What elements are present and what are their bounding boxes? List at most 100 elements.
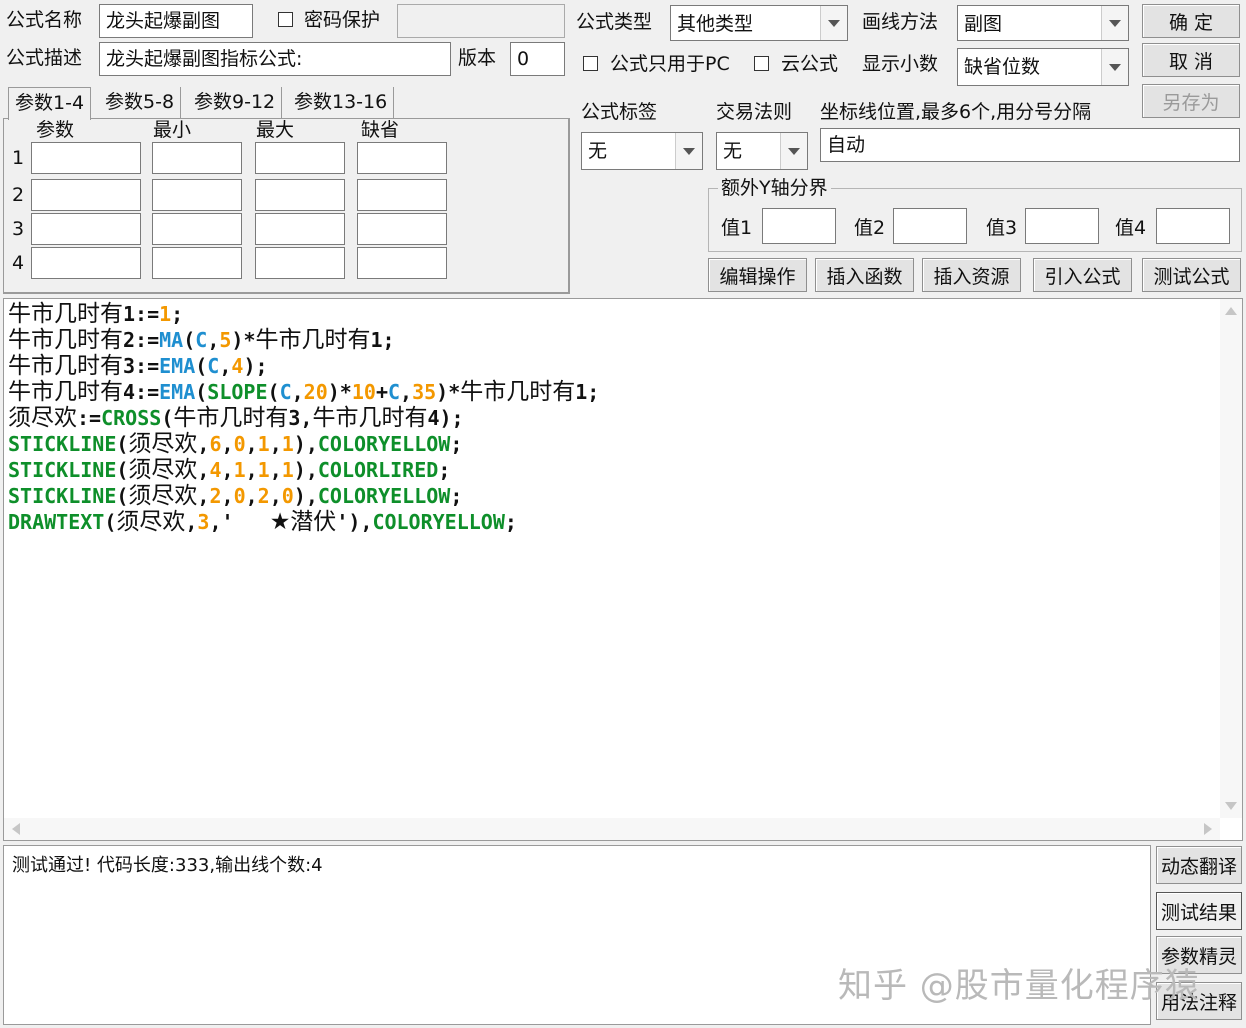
- scroll-up-icon[interactable]: [1225, 307, 1237, 315]
- password-checkbox[interactable]: [278, 12, 293, 27]
- code-token: +: [375, 380, 388, 404]
- code-token: )*: [327, 380, 352, 404]
- param-1-name[interactable]: [31, 142, 141, 174]
- code-token: 牛市几时有: [8, 301, 123, 327]
- version-input[interactable]: 0: [510, 42, 565, 76]
- insert-resource-button[interactable]: 插入资源: [922, 258, 1021, 292]
- chevron-down-icon[interactable]: [1101, 49, 1128, 85]
- code-token: ,: [197, 484, 210, 508]
- insert-function-button[interactable]: 插入函数: [815, 258, 914, 292]
- draw-method-select[interactable]: 副图: [957, 5, 1129, 41]
- code-token: '),: [336, 510, 373, 534]
- code-line[interactable]: STICKLINE(须尽欢,6,0,1,1),COLORYELLOW;: [8, 431, 1218, 457]
- code-token: 1: [281, 432, 294, 456]
- test-formula-button[interactable]: 测试公式: [1142, 258, 1241, 292]
- code-line[interactable]: STICKLINE(须尽欢,4,1,1,1),COLORLIRED;: [8, 457, 1218, 483]
- code-token: 须尽欢: [8, 405, 77, 431]
- code-line[interactable]: DRAWTEXT(须尽欢,3,' ★潜伏'),COLORYELLOW;: [8, 509, 1218, 535]
- formula-desc-input[interactable]: 龙头起爆副图指标公式:: [99, 42, 451, 76]
- formula-type-select[interactable]: 其他类型: [670, 5, 848, 41]
- yaxis-value2-input[interactable]: [893, 208, 967, 244]
- tab-params-9-12[interactable]: 参数9-12: [188, 87, 283, 119]
- code-token: ,: [245, 458, 258, 482]
- code-token: 2: [209, 484, 222, 508]
- tab-params-5-8[interactable]: 参数5-8: [99, 87, 182, 119]
- code-content[interactable]: 牛市几时有1:=1; 牛市几时有2:=MA(C,5)*牛市几时有1; 牛市几时有3:…: [8, 301, 1218, 535]
- formula-name-input[interactable]: 龙头起爆副图: [99, 4, 253, 38]
- cancel-button[interactable]: 取 消: [1142, 43, 1240, 77]
- formula-desc-label: 公式描述: [6, 47, 83, 69]
- chevron-down-icon[interactable]: [820, 6, 847, 40]
- param-2-default[interactable]: [357, 179, 447, 211]
- save-as-button[interactable]: 另存为: [1142, 84, 1240, 118]
- scroll-left-icon[interactable]: [12, 823, 20, 835]
- param-2-name[interactable]: [31, 179, 141, 211]
- param-3-default[interactable]: [357, 213, 447, 245]
- param-4-min[interactable]: [152, 247, 242, 279]
- pc-only-label: 公式只用于PC: [610, 53, 730, 75]
- code-line[interactable]: 牛市几时有3:=EMA(C,4);: [8, 353, 1218, 379]
- pc-only-checkbox[interactable]: [583, 56, 598, 71]
- yaxis-value3-input[interactable]: [1025, 208, 1099, 244]
- formula-tag-select[interactable]: 无: [581, 132, 703, 170]
- version-label: 版本: [458, 47, 497, 69]
- code-token: 35: [412, 380, 437, 404]
- trade-rule-select[interactable]: 无: [716, 132, 808, 170]
- code-token: COLORLIRED: [317, 458, 439, 482]
- code-line[interactable]: 须尽欢:=CROSS(牛市几时有3,牛市几时有4);: [8, 405, 1218, 431]
- cloud-label: 云公式: [781, 53, 839, 75]
- row-label-3: 3: [12, 218, 25, 240]
- password-label: 密码保护: [304, 9, 381, 31]
- chevron-down-icon[interactable]: [675, 133, 702, 169]
- axis-position-input[interactable]: 自动: [820, 128, 1240, 162]
- test-result-button[interactable]: 测试结果: [1156, 892, 1242, 930]
- code-editor[interactable]: 牛市几时有1:=1; 牛市几时有2:=MA(C,5)*牛市几时有1; 牛市几时有3:…: [3, 298, 1243, 841]
- param-4-max[interactable]: [255, 247, 345, 279]
- tab-params-1-4[interactable]: 参数1-4: [8, 87, 92, 120]
- param-2-min[interactable]: [152, 179, 242, 211]
- scroll-down-icon[interactable]: [1225, 802, 1237, 810]
- code-line[interactable]: 牛市几时有4:=EMA(SLOPE(C,20)*10+C,35)*牛市几时有1;: [8, 379, 1218, 405]
- decimals-select[interactable]: 缺省位数: [957, 48, 1129, 86]
- code-line[interactable]: 牛市几时有2:=MA(C,5)*牛市几时有1;: [8, 327, 1218, 353]
- code-token: ;: [450, 432, 463, 456]
- decimals-value: 缺省位数: [964, 56, 1041, 78]
- yaxis-value1-input[interactable]: [762, 208, 836, 244]
- param-1-default[interactable]: [357, 142, 447, 174]
- code-token: STICKLINE: [8, 484, 117, 508]
- code-token: 3: [197, 510, 210, 534]
- code-token: ★潜伏: [269, 509, 337, 535]
- code-token: MA: [159, 328, 184, 352]
- scroll-right-icon[interactable]: [1204, 823, 1212, 835]
- import-formula-button[interactable]: 引入公式: [1033, 258, 1132, 292]
- param-1-min[interactable]: [152, 142, 242, 174]
- param-2-max[interactable]: [255, 179, 345, 211]
- yaxis-value4-input[interactable]: [1156, 208, 1230, 244]
- code-token: 牛市几时有: [8, 327, 123, 353]
- code-line[interactable]: 牛市几时有1:=1;: [8, 301, 1218, 327]
- code-line[interactable]: STICKLINE(须尽欢,2,0,2,0),COLORYELLOW;: [8, 483, 1218, 509]
- chevron-down-icon[interactable]: [1101, 6, 1128, 40]
- edit-ops-button[interactable]: 编辑操作: [708, 258, 807, 292]
- code-token: 牛市几时有: [460, 379, 576, 405]
- code-token: 1;: [370, 328, 395, 352]
- param-4-default[interactable]: [357, 247, 447, 279]
- col-header-param: 参数: [36, 119, 75, 141]
- code-token: DRAWTEXT: [8, 510, 105, 534]
- ok-button[interactable]: 确 定: [1142, 4, 1240, 38]
- param-3-name[interactable]: [31, 213, 141, 245]
- param-4-name[interactable]: [31, 247, 141, 279]
- chevron-down-icon[interactable]: [780, 133, 807, 169]
- vertical-scrollbar[interactable]: [1220, 299, 1242, 818]
- code-token: 0: [233, 432, 246, 456]
- tab-params-13-16[interactable]: 参数13-16: [288, 87, 395, 119]
- param-3-min[interactable]: [152, 213, 242, 245]
- code-token: 2: [257, 484, 270, 508]
- cloud-checkbox[interactable]: [754, 56, 769, 71]
- dynamic-translate-button[interactable]: 动态翻译: [1156, 846, 1242, 884]
- param-3-max[interactable]: [255, 213, 345, 245]
- param-1-max[interactable]: [255, 142, 345, 174]
- row-label-4: 4: [12, 252, 25, 274]
- code-token: C: [387, 380, 401, 404]
- horizontal-scrollbar[interactable]: [4, 818, 1220, 840]
